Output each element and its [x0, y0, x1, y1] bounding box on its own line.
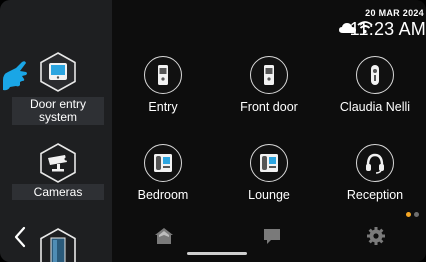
home-indicator[interactable] — [187, 252, 247, 255]
main-panel: 20 MAR 2024 11:23 AM Entry Front door Cl… — [112, 0, 426, 262]
page-dot[interactable] — [414, 212, 419, 217]
door-lock-icon — [356, 56, 394, 94]
tile-bedroom[interactable]: Bedroom — [111, 144, 215, 204]
chat-icon[interactable] — [262, 226, 282, 246]
headset-icon — [356, 144, 394, 182]
sidebar-item-label: Door entry system — [12, 97, 104, 125]
tile-lounge[interactable]: Lounge — [217, 144, 321, 204]
outdoor-panel-icon — [250, 56, 288, 94]
bottom-nav — [112, 222, 426, 252]
door-icon[interactable] — [38, 228, 78, 262]
sidebar: Door entry system Cameras — [0, 0, 112, 262]
screen: Door entry system Cameras 20 MAR 2024 11… — [0, 0, 426, 262]
indoor-phone-icon — [250, 144, 288, 182]
tile-front-door[interactable]: Front door — [217, 56, 321, 116]
camera-icon — [38, 143, 78, 183]
tile-label: Lounge — [248, 188, 290, 202]
tile-label: Front door — [240, 100, 298, 114]
sidebar-item-cameras[interactable]: Cameras — [12, 143, 104, 203]
page-dot-active[interactable] — [406, 212, 411, 217]
date-label: 20 MAR 2024 — [365, 8, 424, 18]
sidebar-item-door-entry[interactable]: Door entry system — [12, 52, 104, 126]
tile-label: Reception — [346, 188, 404, 202]
door-entry-monitor-icon — [38, 52, 78, 92]
chevron-left-icon[interactable] — [12, 224, 28, 250]
tile-label: Claudia Nelli — [339, 100, 411, 114]
tile-reception[interactable]: Reception — [323, 144, 426, 204]
home-icon[interactable] — [154, 226, 174, 246]
indoor-phone-icon — [144, 144, 182, 182]
page-indicator[interactable] — [406, 212, 426, 218]
status-bar: 20 MAR 2024 11:23 AM — [286, 6, 426, 40]
settings-icon[interactable] — [366, 226, 386, 246]
tile-label: Entry — [148, 100, 178, 114]
outdoor-panel-icon — [144, 56, 182, 94]
clock: 11:23 AM — [349, 19, 426, 39]
sidebar-item-label: Cameras — [12, 184, 104, 200]
tile-entry[interactable]: Entry — [111, 56, 215, 116]
tile-claudia-nelli[interactable]: Claudia Nelli — [323, 56, 426, 116]
tile-label: Bedroom — [137, 188, 189, 202]
